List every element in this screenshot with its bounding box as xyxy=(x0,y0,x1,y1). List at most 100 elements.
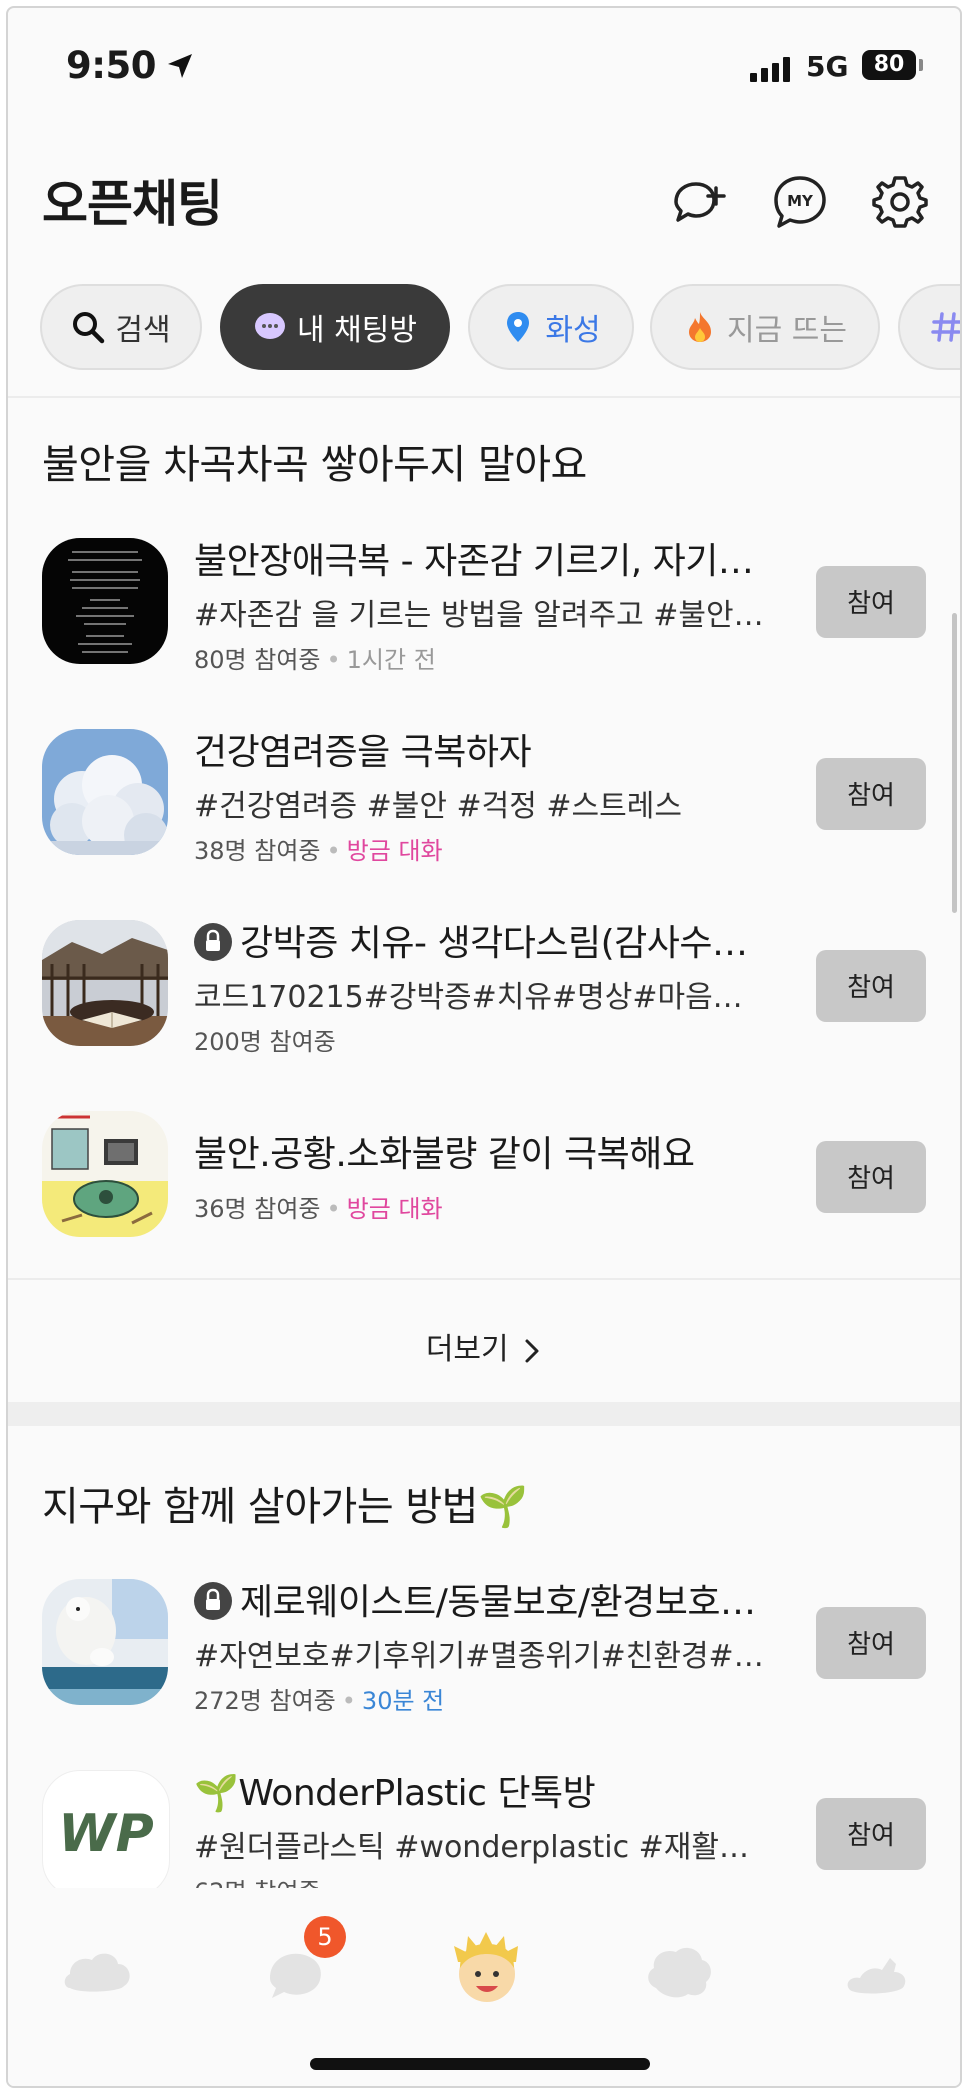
room-thumbnail-image xyxy=(42,1579,168,1705)
room-thumbnail xyxy=(42,920,168,1046)
room-meta: 36명 참여중 • 방금 대화 xyxy=(194,1189,443,1224)
svg-text:WP: WP xyxy=(58,1804,153,1864)
chip-label: 검색 xyxy=(115,313,171,348)
divider xyxy=(8,1278,960,1280)
room-meta: 38명 참여중 • 방금 대화 xyxy=(194,831,443,866)
join-button[interactable]: 참여 xyxy=(816,1141,926,1213)
room-meta: 80명 참여중 • 1시간 전 xyxy=(194,640,436,675)
join-button[interactable]: 참여 xyxy=(816,758,926,830)
room-thumbnail-image xyxy=(68,551,142,653)
hashtag-icon xyxy=(931,312,960,342)
join-button[interactable]: 참여 xyxy=(816,1798,926,1870)
room-members: 38명 참여중 xyxy=(194,837,321,865)
status-bar: 9:50 5G 80 xyxy=(8,8,960,118)
more-label: 더보기 xyxy=(425,1332,509,1367)
list-item[interactable]: 강박증 치유- 생각다스림(감사수… 코드170215#강박증#치유#명상#마음… xyxy=(8,902,960,1056)
room-meta: 272명 참여중 • 30분 전 xyxy=(194,1681,444,1716)
more-link[interactable]: 더보기 xyxy=(8,1324,960,1368)
room-thumbnail xyxy=(42,538,168,664)
room-tags: #자연보호#기후위기#멸종위기#친환경#비… xyxy=(194,1639,764,1674)
location-pin-icon xyxy=(507,312,530,342)
tab-view-icon[interactable] xyxy=(640,1938,720,2004)
section-title: 지구와 함께 살아가는 방법🌱 xyxy=(42,1484,528,1530)
svg-text:MY: MY xyxy=(787,192,814,210)
list-item[interactable]: WP 🌱WonderPlastic 단톡방 #원더플라스틱 #wonderpla… xyxy=(8,1752,960,1906)
room-thumbnail-image xyxy=(42,1111,168,1237)
room-members: 200명 참여중 xyxy=(194,1028,336,1056)
meta-dot: • xyxy=(326,837,341,865)
list-item[interactable]: 불안.공황.소화불량 같이 극복해요 36명 참여중 • 방금 대화 참여 xyxy=(8,1093,960,1243)
section-separator xyxy=(8,1402,960,1426)
room-title-text: 강박증 치유- 생각다스림(감사수… xyxy=(240,923,748,964)
settings-gear-icon[interactable] xyxy=(870,172,930,232)
status-time: 9:50 xyxy=(66,44,157,87)
list-item[interactable]: 제로웨이스트/동물보호/환경보호… #자연보호#기후위기#멸종위기#친환경#비…… xyxy=(8,1561,960,1715)
tab-friends-icon[interactable] xyxy=(60,1938,140,2004)
network-label: 5G xyxy=(806,50,849,83)
room-title: 불안.공황.소화불량 같이 극복해요 xyxy=(194,1134,695,1175)
page-title: 오픈채팅 xyxy=(42,175,223,233)
tab-openchat-icon[interactable] xyxy=(446,1928,528,2008)
room-meta: 200명 참여중 xyxy=(194,1022,336,1057)
room-last-active: 방금 대화 xyxy=(346,837,443,865)
search-icon xyxy=(73,312,105,344)
room-tags: #건강염려증 #불안 #걱정 #스트레스 xyxy=(194,789,682,824)
room-tags: #원더플라스틱 #wonderplastic #재활용 #… xyxy=(194,1830,764,1865)
room-members: 80명 참여중 xyxy=(194,646,321,674)
my-profile-icon[interactable]: MY xyxy=(770,172,830,232)
room-thumbnail xyxy=(42,1579,168,1705)
divider xyxy=(8,396,960,398)
meta-dot: • xyxy=(326,646,341,674)
room-thumbnail xyxy=(42,729,168,855)
room-tags: 코드170215#강박증#치유#명상#마음#강… xyxy=(194,980,764,1015)
room-members: 36명 참여중 xyxy=(194,1195,321,1223)
chip-my-chats[interactable]: 내 채팅방 xyxy=(220,284,450,370)
room-last-active: 1시간 전 xyxy=(346,646,436,674)
signal-icon xyxy=(750,56,790,82)
scrollbar[interactable] xyxy=(952,613,957,913)
join-button[interactable]: 참여 xyxy=(816,1607,926,1679)
phone-screen: 9:50 5G 80 오픈채팅 MY 검색 내 채팅방 화성 지금 뜨는 불안을… xyxy=(6,6,962,2088)
chip-location[interactable]: 화성 xyxy=(468,284,634,370)
room-title: 건강염려증을 극복하자 xyxy=(194,732,532,773)
room-last-active: 방금 대화 xyxy=(346,1195,443,1223)
chip-trending[interactable]: 지금 뜨는 xyxy=(650,284,880,370)
join-button[interactable]: 참여 xyxy=(816,950,926,1022)
section-title: 불안을 차곡차곡 쌓아두지 말아요 xyxy=(42,442,587,488)
room-members: 272명 참여중 xyxy=(194,1687,336,1715)
chat-bubble-icon xyxy=(255,313,286,339)
home-indicator xyxy=(310,2058,650,2070)
wonderplastic-logo: WP xyxy=(58,1804,153,1864)
meta-dot: • xyxy=(326,1195,341,1223)
new-chat-icon[interactable] xyxy=(668,172,728,232)
room-title: 제로웨이스트/동물보호/환경보호… xyxy=(194,1573,764,1625)
room-thumbnail xyxy=(42,1111,168,1237)
list-item[interactable]: 불안장애극복 - 자존감 기르기, 자기… #자존감 을 기르는 방법을 알려주… xyxy=(8,520,960,674)
room-title: 🌱WonderPlastic 단톡방 xyxy=(194,1773,596,1814)
battery-icon: 80 xyxy=(862,50,916,80)
room-title: 불안장애극복 - 자존감 기르기, 자기… xyxy=(194,541,754,582)
location-arrow-icon xyxy=(168,54,192,78)
chip-search[interactable]: 검색 xyxy=(40,284,202,370)
join-button[interactable]: 참여 xyxy=(816,566,926,638)
meta-dot: • xyxy=(341,1687,356,1715)
chip-hashtag[interactable] xyxy=(898,284,960,370)
fire-icon xyxy=(689,312,712,342)
tab-more-icon[interactable] xyxy=(838,1938,918,2004)
chip-label: 내 채팅방 xyxy=(297,313,417,348)
list-item[interactable]: 건강염려증을 극복하자 #건강염려증 #불안 #걱정 #스트레스 38명 참여중… xyxy=(8,711,960,865)
room-title-text: 제로웨이스트/동물보호/환경보호… xyxy=(240,1582,756,1623)
room-thumbnail-image xyxy=(42,920,168,1046)
chip-label: 지금 뜨는 xyxy=(727,313,847,348)
lock-icon xyxy=(194,923,232,961)
room-thumbnail-image xyxy=(42,729,168,855)
room-thumbnail: WP xyxy=(42,1770,170,1898)
battery-cap xyxy=(919,59,923,71)
room-title: 강박증 치유- 생각다스림(감사수… xyxy=(194,914,764,966)
chevron-right-icon xyxy=(525,1339,539,1362)
room-last-active: 30분 전 xyxy=(361,1687,445,1715)
chip-label: 화성 xyxy=(545,313,601,348)
lock-icon xyxy=(194,1582,232,1620)
room-tags: #자존감 을 기르는 방법을 알려주고 #불안감… xyxy=(194,598,764,633)
unread-badge: 5 xyxy=(304,1916,346,1958)
